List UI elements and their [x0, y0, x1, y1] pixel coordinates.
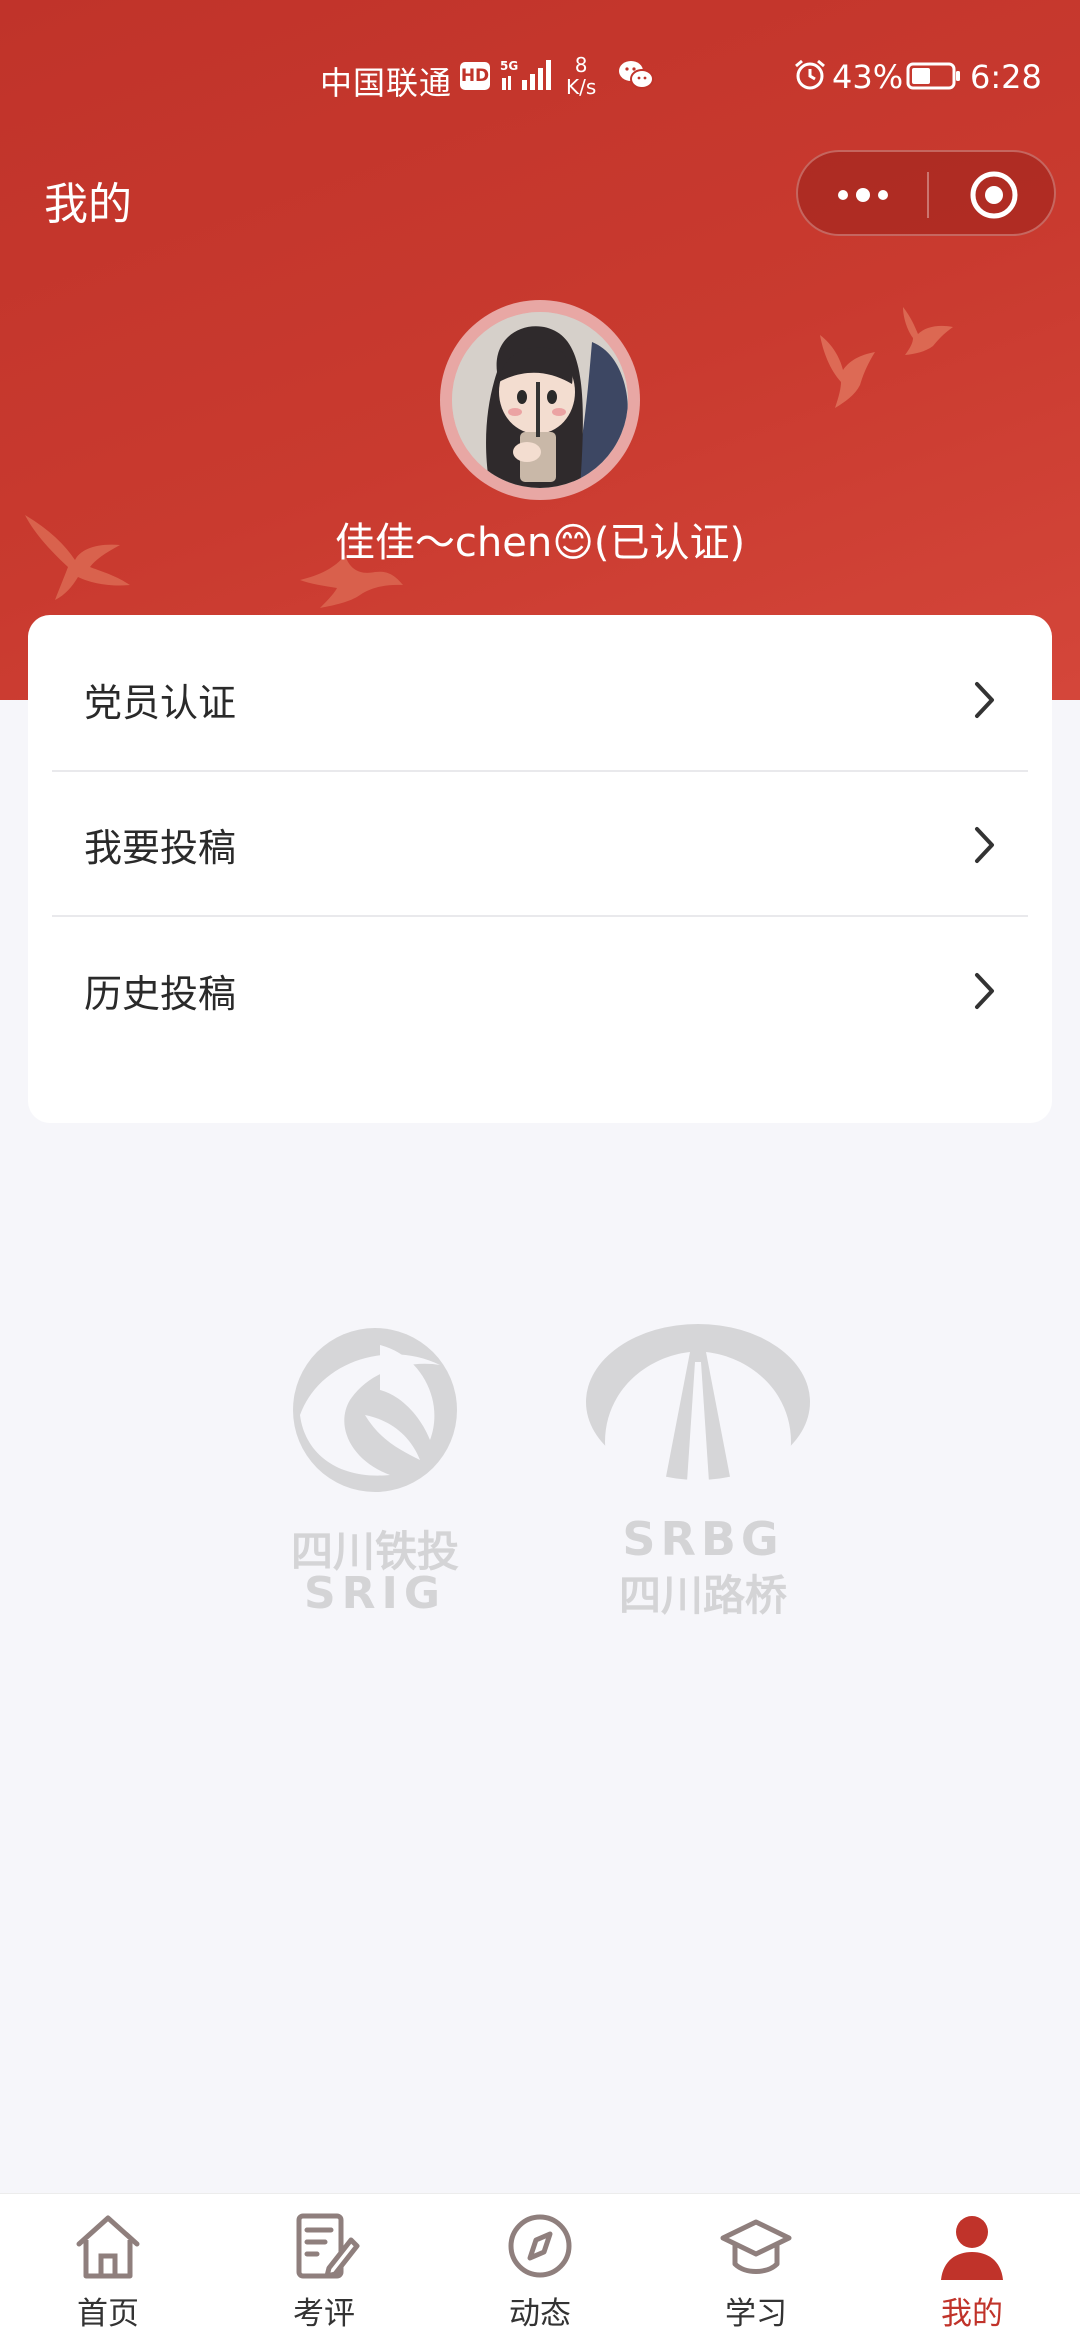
tab-evaluation[interactable]: 考评: [216, 2194, 432, 2340]
speed-unit: K/s: [566, 75, 597, 99]
chevron-right-icon: [975, 826, 994, 863]
signal-icon: 5G: [500, 59, 551, 90]
tab-label: 我的: [941, 2296, 1003, 2332]
menu-item-label: 党员认证: [84, 681, 237, 725]
srig-logo-icon: [293, 1328, 457, 1492]
tab-label: 考评: [293, 2296, 355, 2332]
tab-home[interactable]: 首页: [0, 2194, 216, 2340]
speed-value: 8: [574, 53, 588, 77]
avatar[interactable]: [440, 300, 640, 500]
menu-item-label: 历史投稿: [84, 972, 237, 1016]
svg-text:5G: 5G: [500, 59, 518, 73]
menu-item-submission-history[interactable]: 历史投稿: [52, 919, 1028, 1062]
profile-screen: 中国联通 HD 5G 8 K/s 43% 6:28 我的 佳佳～chen😊(已认…: [0, 0, 1080, 2340]
status-bar: 中国联通 HD 5G 8 K/s 43% 6:28: [0, 40, 1080, 120]
bottom-tab-bar: 首页 考评 动态 学习 我的: [0, 2193, 1080, 2340]
tab-news[interactable]: 动态: [432, 2194, 648, 2340]
chevron-right-icon: [975, 681, 994, 718]
tab-label: 首页: [77, 2296, 139, 2332]
menu-item-submit-article[interactable]: 我要投稿: [52, 774, 1028, 917]
menu-item-label: 我要投稿: [84, 826, 237, 870]
tab-mine[interactable]: 我的: [864, 2194, 1080, 2340]
dove-decoration-icon: [903, 307, 953, 355]
more-dots-icon: [837, 188, 888, 202]
user-icon: [941, 2216, 1003, 2280]
carrier-name: 中国联通: [320, 64, 453, 102]
srbg-logo-cn: 四川路桥: [618, 1571, 787, 1620]
wechat-icon: [619, 61, 654, 89]
menu-item-party-member-verification[interactable]: 党员认证: [52, 629, 1028, 772]
alarm-icon: [795, 59, 825, 90]
hd-badge: HD: [460, 62, 490, 90]
battery-icon: [906, 62, 960, 90]
srbg-logo-en: SRBG: [622, 1512, 784, 1566]
chevron-right-icon: [975, 972, 994, 1009]
home-icon: [76, 2215, 140, 2279]
network-speed: 8 K/s: [566, 54, 596, 98]
compass-icon: [508, 2214, 572, 2278]
avatar-illustration: [452, 312, 628, 488]
tab-label: 学习: [725, 2296, 787, 2332]
more-button[interactable]: [798, 152, 927, 238]
user-name: 佳佳～chen😊(已认证): [334, 520, 746, 566]
avatar-image: [452, 312, 628, 488]
graduation-cap-icon: [720, 2219, 792, 2274]
dove-decoration-icon: [820, 335, 875, 408]
target-circle-icon: [970, 171, 1017, 219]
battery-percent: 43%: [832, 58, 904, 96]
srbg-logo-icon: [586, 1324, 810, 1482]
page-title: 我的: [44, 179, 132, 230]
srig-logo-en: SRIG: [303, 1568, 447, 1619]
tab-study[interactable]: 学习: [648, 2194, 864, 2340]
clock: 6:28: [970, 58, 1042, 96]
mini-program-capsule: [796, 150, 1056, 236]
menu-card: 党员认证 我要投稿 历史投稿: [28, 615, 1052, 1123]
tab-label: 动态: [509, 2296, 571, 2332]
close-miniprogram-button[interactable]: [929, 152, 1058, 238]
edit-document-icon: [296, 2213, 360, 2279]
